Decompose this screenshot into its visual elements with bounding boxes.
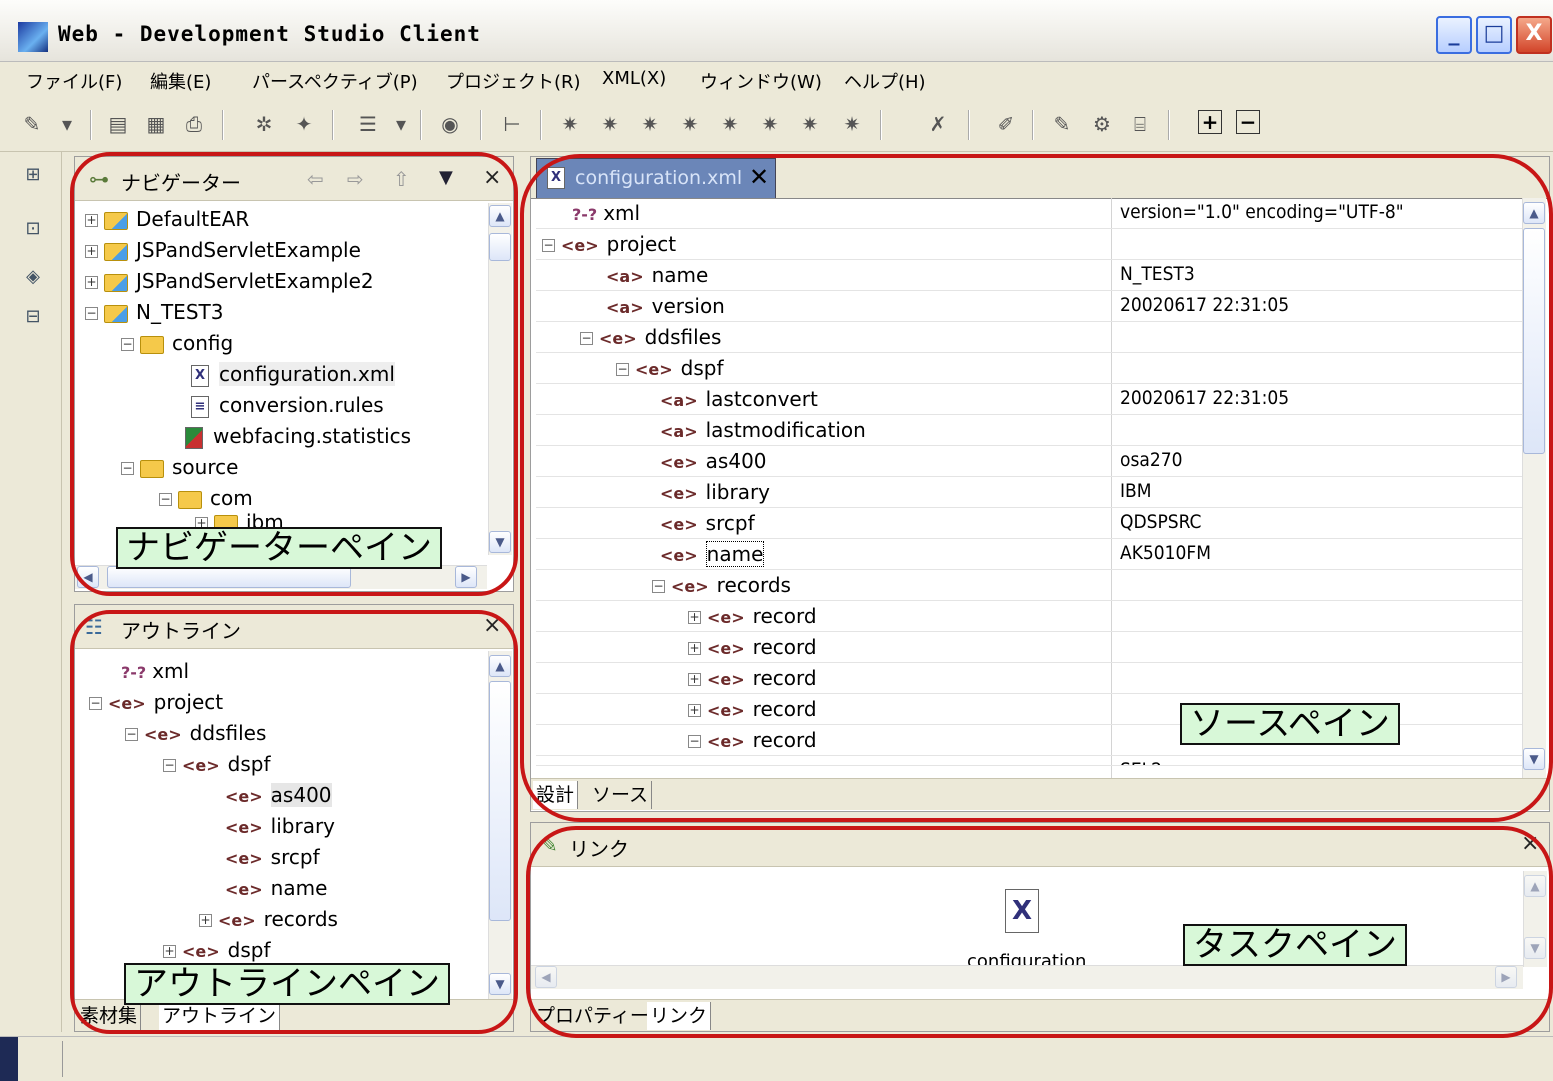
menu-edit[interactable]: 編集(E) bbox=[150, 68, 211, 94]
webfacing-options-icon[interactable]: ✷ bbox=[838, 110, 866, 138]
dtd-icon[interactable]: ⌸ bbox=[1126, 110, 1154, 138]
collapse-all-icon[interactable]: − bbox=[1236, 110, 1260, 134]
task-callout: タスクペイン bbox=[1183, 924, 1407, 966]
webfacing-icon[interactable]: ✷ bbox=[556, 110, 584, 138]
toolbar-separator bbox=[540, 110, 542, 140]
webfacing-export-icon[interactable]: ✷ bbox=[756, 110, 784, 138]
menu-bar: ファイル(F) 編集(E) パースペクティブ(P) プロジェクト(R) XML(… bbox=[0, 62, 1553, 98]
perspective-xml-icon[interactable]: ⊟ bbox=[20, 304, 46, 330]
toolbar-separator bbox=[1032, 110, 1034, 140]
debug-icon[interactable]: ✲ bbox=[250, 110, 278, 138]
status-divider bbox=[62, 1041, 63, 1077]
toolbar-separator bbox=[880, 110, 882, 140]
web-browser-icon[interactable]: ◉ bbox=[436, 110, 464, 138]
menu-xml[interactable]: XML(X) bbox=[602, 68, 666, 89]
perspective-bar: ⊞ ⊡ ◈ ⊟ bbox=[0, 152, 62, 1032]
toolbar-separator bbox=[222, 110, 224, 140]
status-bar bbox=[0, 1036, 1553, 1081]
webfacing-page-icon[interactable]: ✷ bbox=[636, 110, 664, 138]
minimize-button[interactable]: _ bbox=[1436, 16, 1472, 54]
webfacing-server-icon[interactable]: ✷ bbox=[596, 110, 624, 138]
webfacing-style-icon[interactable]: ✷ bbox=[716, 110, 744, 138]
toolbar-separator bbox=[968, 110, 970, 140]
title-bar: Web - Development Studio Client _ □ X bbox=[0, 0, 1553, 62]
window-title: Web - Development Studio Client bbox=[58, 22, 481, 46]
run-icon[interactable]: ✦ bbox=[290, 110, 318, 138]
toolbar-separator bbox=[420, 110, 422, 140]
generate-icon[interactable]: ⚙ bbox=[1088, 110, 1116, 138]
menu-file[interactable]: ファイル(F) bbox=[26, 68, 122, 94]
save-all-icon[interactable]: ▦ bbox=[142, 110, 170, 138]
perspective-web-icon[interactable]: ◈ bbox=[20, 264, 46, 290]
toolbar-separator bbox=[332, 110, 334, 140]
menu-window[interactable]: ウィンドウ(W) bbox=[700, 68, 822, 94]
save-icon[interactable]: ▤ bbox=[104, 110, 132, 138]
webfacing-run-icon[interactable]: ✷ bbox=[796, 110, 824, 138]
toolbar-separator bbox=[90, 110, 92, 140]
xml-icon[interactable]: ✗ bbox=[924, 110, 952, 138]
navigator-callout: ナビゲーターペイン bbox=[116, 527, 442, 569]
maximize-button[interactable]: □ bbox=[1476, 16, 1512, 54]
toolbar-separator bbox=[480, 110, 482, 140]
external-tools-icon[interactable]: ☰ bbox=[354, 110, 382, 138]
webfacing-convert-icon[interactable]: ✷ bbox=[676, 110, 704, 138]
menu-perspective[interactable]: パースペクティブ(P) bbox=[252, 68, 418, 94]
validate-icon[interactable]: ✎ bbox=[1048, 110, 1076, 138]
toolbar: ✎ ▾ ▤ ▦ ⎙ ✲ ✦ ☰ ▾ ◉ ⊢ ✷ ✷ ✷ ✷ ✷ ✷ ✷ ✷ ✗ … bbox=[0, 100, 1553, 152]
open-perspective-icon[interactable]: ⊞ bbox=[20, 162, 46, 188]
print-icon[interactable]: ⎙ bbox=[180, 110, 208, 138]
app-icon bbox=[18, 22, 48, 52]
perspective-resource-icon[interactable]: ⊡ bbox=[20, 216, 46, 242]
external-tools-dropdown-icon[interactable]: ▾ bbox=[392, 110, 410, 138]
menu-help[interactable]: ヘルプ(H) bbox=[844, 68, 926, 94]
outline-callout: アウトラインペイン bbox=[124, 963, 450, 1005]
menu-project[interactable]: プロジェクト(R) bbox=[446, 68, 581, 94]
pin-icon[interactable]: ✐ bbox=[992, 110, 1020, 138]
hierarchy-icon[interactable]: ⊢ bbox=[498, 110, 526, 138]
close-button[interactable]: X bbox=[1516, 16, 1552, 54]
source-callout: ソースペイン bbox=[1180, 703, 1400, 745]
new-dropdown-icon[interactable]: ▾ bbox=[58, 110, 76, 138]
expand-all-icon[interactable]: + bbox=[1198, 110, 1222, 134]
toolbar-separator bbox=[1168, 110, 1170, 140]
status-bar-edge bbox=[0, 1037, 18, 1081]
new-wizard-icon[interactable]: ✎ bbox=[18, 110, 46, 138]
